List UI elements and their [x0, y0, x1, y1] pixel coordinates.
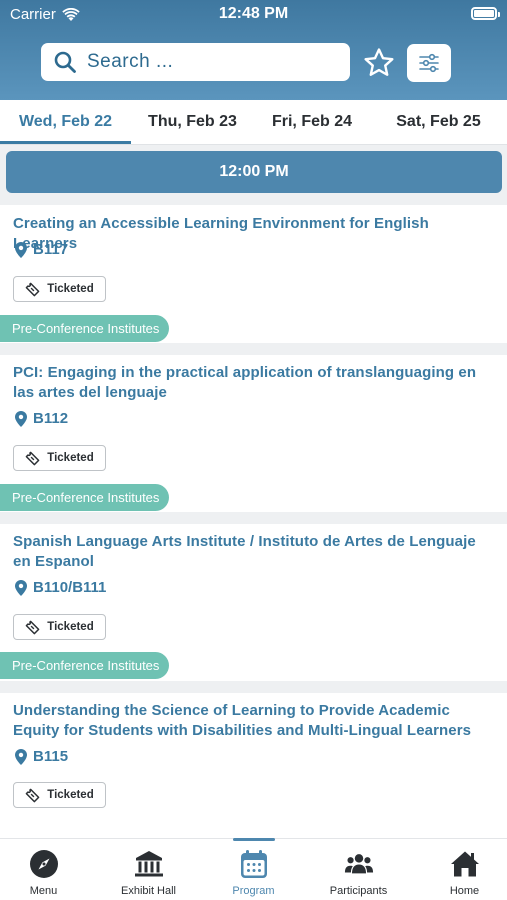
- ticketed-label: Ticketed: [47, 621, 94, 633]
- nav-home[interactable]: Home: [414, 839, 507, 900]
- nav-program[interactable]: Program: [203, 839, 304, 900]
- status-bar: Carrier 12:48 PM: [0, 0, 507, 30]
- track-tag: Pre-Conference Institutes: [0, 315, 170, 342]
- track-tag: Pre-Conference Institutes: [0, 652, 170, 679]
- search-placeholder: Search ...: [87, 51, 174, 72]
- location-label: B110/B111: [33, 579, 107, 596]
- ticketed-label: Ticketed: [47, 789, 94, 801]
- session-title[interactable]: PCI: Engaging in the practical applicati…: [13, 363, 495, 403]
- session-title[interactable]: Understanding the Science of Learning to…: [13, 701, 495, 741]
- session-card[interactable]: Spanish Language Arts Institute / Instit…: [0, 524, 507, 681]
- session-location: B110/B111: [15, 579, 106, 596]
- location-label: B115: [33, 748, 69, 765]
- ticketed-label: Ticketed: [47, 283, 94, 295]
- nav-label: Exhibit Hall: [120, 885, 177, 897]
- compass-icon: [29, 849, 59, 879]
- search-input[interactable]: Search ...: [41, 43, 350, 81]
- session-title[interactable]: Spanish Language Arts Institute / Instit…: [13, 532, 495, 572]
- star-icon: [364, 48, 394, 76]
- location-label: B112: [33, 410, 69, 427]
- active-nav-indicator: [233, 838, 275, 841]
- bottom-nav: Menu Exhibit Hall Program Participants H…: [0, 838, 507, 900]
- battery-icon: [471, 7, 500, 20]
- location-pin-icon: [15, 748, 27, 765]
- location-pin-icon: [15, 410, 27, 427]
- sliders-icon: [419, 53, 439, 73]
- nav-participants[interactable]: Participants: [308, 839, 409, 900]
- ticket-icon: [25, 451, 40, 465]
- tab-thu-feb-23[interactable]: Thu, Feb 23: [131, 100, 254, 145]
- tab-fri-feb-24[interactable]: Fri, Feb 24: [254, 100, 370, 145]
- session-location: B112: [15, 410, 68, 427]
- ticketed-badge: Ticketed: [13, 276, 106, 302]
- session-location: B117: [15, 241, 68, 258]
- house-icon: [450, 849, 480, 879]
- session-title[interactable]: Creating an Accessible Learning Environm…: [13, 214, 495, 254]
- tab-wed-feb-22[interactable]: Wed, Feb 22: [0, 100, 131, 145]
- track-tag: Pre-Conference Institutes: [0, 484, 170, 511]
- calendar-icon: [239, 849, 269, 879]
- ticketed-badge: Ticketed: [13, 782, 106, 808]
- ticket-icon: [25, 788, 40, 802]
- ticketed-badge: Ticketed: [13, 445, 106, 471]
- active-tab-indicator: [0, 141, 131, 144]
- date-tabs: Wed, Feb 22 Thu, Feb 23 Fri, Feb 24 Sat,…: [0, 100, 507, 145]
- filter-button[interactable]: [407, 44, 451, 82]
- building-columns-icon: [134, 849, 164, 879]
- app-header: Carrier 12:48 PM Search ...: [0, 0, 507, 100]
- location-pin-icon: [15, 241, 27, 258]
- tab-sat-feb-25[interactable]: Sat, Feb 25: [370, 100, 507, 145]
- location-pin-icon: [15, 579, 27, 596]
- nav-label: Program: [232, 885, 275, 897]
- nav-label: Participants: [329, 885, 388, 897]
- nav-menu[interactable]: Menu: [0, 839, 94, 900]
- session-card[interactable]: Creating an Accessible Learning Environm…: [0, 205, 507, 343]
- search-icon: [54, 51, 76, 73]
- ticket-icon: [25, 282, 40, 296]
- session-card[interactable]: PCI: Engaging in the practical applicati…: [0, 355, 507, 512]
- ticket-icon: [25, 620, 40, 634]
- people-icon: [344, 849, 374, 879]
- favorites-button[interactable]: [361, 45, 397, 81]
- time-slot-header: 12:00 PM: [6, 151, 502, 193]
- ticketed-badge: Ticketed: [13, 614, 106, 640]
- session-location: B115: [15, 748, 68, 765]
- ticketed-label: Ticketed: [47, 452, 94, 464]
- nav-label: Home: [449, 885, 480, 897]
- clock: 12:48 PM: [218, 5, 289, 22]
- nav-exhibit-hall[interactable]: Exhibit Hall: [98, 839, 199, 900]
- location-label: B117: [33, 241, 69, 258]
- session-card[interactable]: Understanding the Science of Learning to…: [0, 693, 507, 838]
- nav-label: Menu: [29, 885, 58, 897]
